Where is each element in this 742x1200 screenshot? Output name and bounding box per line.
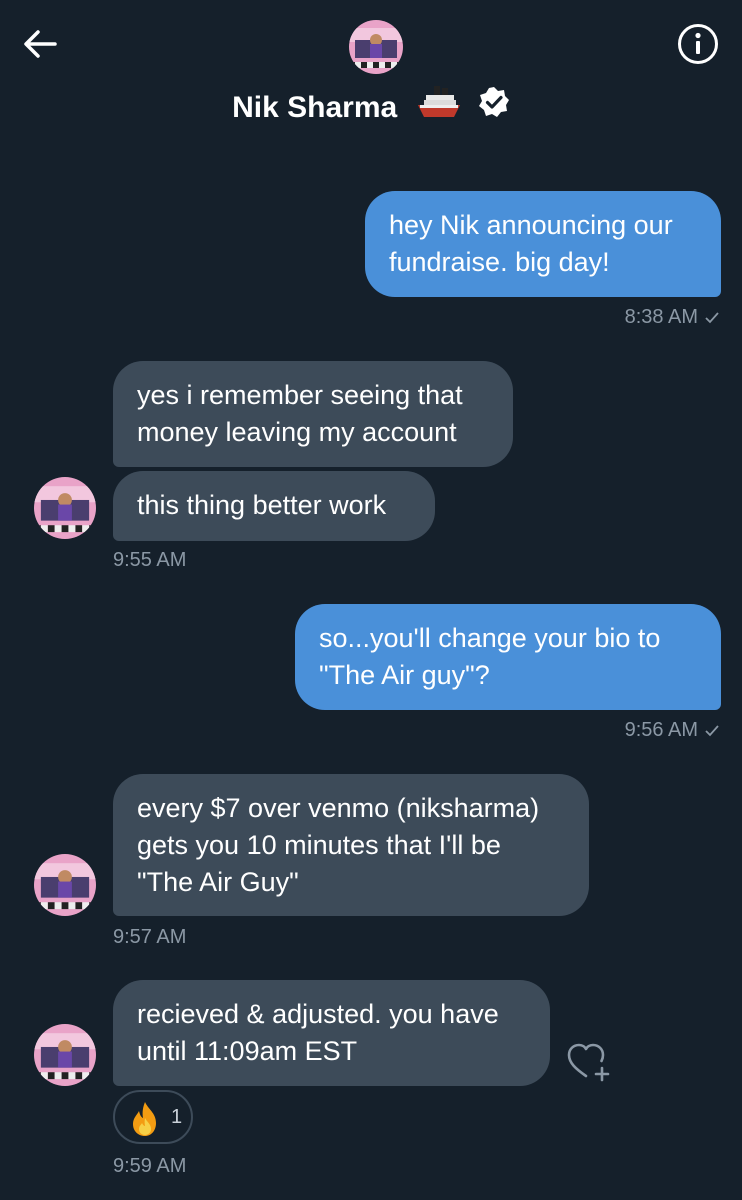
message-timestamp: 8:38 AM bbox=[520, 305, 720, 331]
add-reaction-button[interactable] bbox=[566, 1042, 612, 1082]
verified-badge-icon bbox=[478, 86, 510, 130]
message-bubble-incoming[interactable]: every $7 over venmo (niksharma) gets you… bbox=[113, 774, 589, 916]
timestamp-text: 9:55 AM bbox=[113, 549, 187, 571]
sender-avatar[interactable] bbox=[34, 1024, 96, 1086]
message-bubble-incoming[interactable]: yes i remember seeing that money leaving… bbox=[113, 361, 513, 467]
reaction-count: 1 bbox=[171, 1106, 183, 1128]
sender-avatar[interactable] bbox=[34, 477, 96, 539]
fire-icon bbox=[125, 1099, 165, 1144]
message-timestamp: 9:59 AM bbox=[113, 1154, 186, 1178]
message-bubble-outgoing[interactable]: hey Nik announcing our fundraise. big da… bbox=[365, 191, 721, 297]
timestamp-text: 9:56 AM bbox=[624, 719, 698, 741]
timestamp-text: 9:57 AM bbox=[113, 926, 187, 948]
timestamp-text: 8:38 AM bbox=[624, 306, 698, 328]
timestamp-text: 9:59 AM bbox=[113, 1155, 187, 1177]
ship-icon bbox=[416, 84, 462, 132]
avatar-image bbox=[349, 20, 403, 74]
avatar-image bbox=[34, 854, 96, 916]
message-timestamp: 9:55 AM bbox=[113, 548, 186, 572]
conversation-info-button[interactable] bbox=[676, 22, 720, 66]
heart-plus-icon bbox=[567, 1043, 610, 1082]
message-bubble-incoming[interactable]: this thing better work bbox=[113, 471, 435, 541]
avatar-image bbox=[34, 477, 96, 539]
avatar-image bbox=[34, 1024, 96, 1086]
info-icon bbox=[678, 24, 718, 64]
conversation-header: Nik Sharma bbox=[0, 0, 742, 140]
contact-name-row[interactable]: Nik Sharma bbox=[0, 84, 742, 132]
message-timestamp: 9:57 AM bbox=[113, 925, 186, 949]
sent-check-icon bbox=[704, 307, 720, 331]
contact-name: Nik Sharma bbox=[232, 91, 398, 124]
message-timestamp: 9:56 AM bbox=[520, 718, 720, 744]
sent-check-icon bbox=[704, 720, 720, 744]
message-bubble-incoming[interactable]: recieved & adjusted. you have until 11:0… bbox=[113, 980, 550, 1086]
reaction-pill[interactable]: 1 bbox=[113, 1090, 193, 1144]
back-button[interactable] bbox=[20, 24, 60, 64]
arrow-left-icon bbox=[24, 30, 57, 58]
header-avatar[interactable] bbox=[349, 20, 403, 74]
message-bubble-outgoing[interactable]: so...you'll change your bio to "The Air … bbox=[295, 604, 721, 710]
sender-avatar[interactable] bbox=[34, 854, 96, 916]
